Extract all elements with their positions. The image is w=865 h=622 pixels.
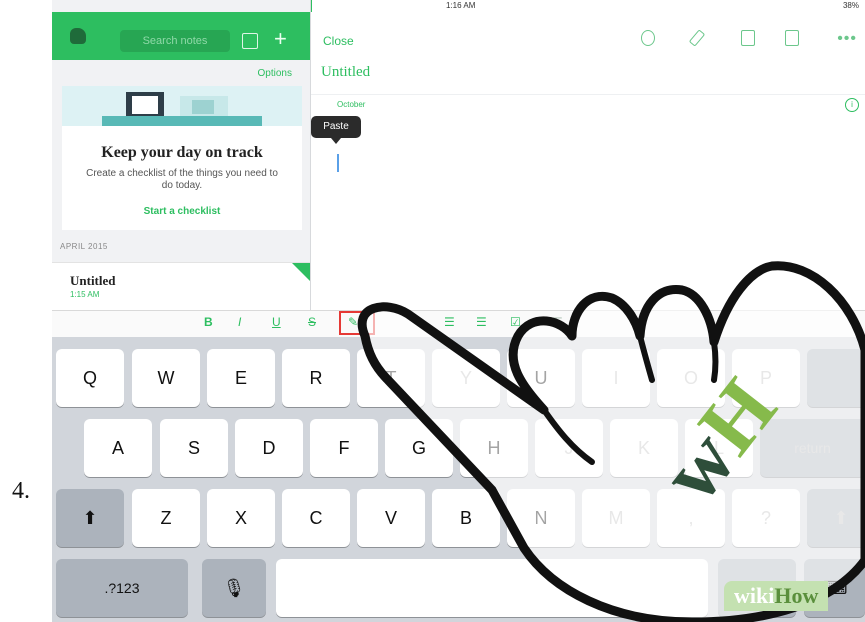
key-i[interactable]: I (582, 349, 650, 407)
wikihow-watermark: wikiHow (724, 581, 829, 611)
numbered-list-icon[interactable]: ☰ (444, 315, 455, 329)
key-w[interactable]: W (132, 349, 200, 407)
ipad-screen: iPad 1:16 AM 38% Search notes + Options … (52, 0, 865, 622)
key-b[interactable]: B (432, 489, 500, 547)
close-button[interactable]: Close (323, 34, 354, 48)
start-checklist-link[interactable]: Start a checklist (62, 206, 302, 217)
key-d[interactable]: D (235, 419, 303, 477)
month-header: APRIL 2015 (60, 242, 108, 251)
note-list-item[interactable]: Untitled 1:15 AM (52, 262, 310, 311)
promo-illustration (62, 86, 302, 126)
shift-key-right[interactable]: ⬆ (807, 489, 865, 547)
note-item-time: 1:15 AM (70, 290, 100, 299)
status-time: 1:16 AM (446, 1, 476, 10)
key-t[interactable]: T (357, 349, 425, 407)
key-z[interactable]: Z (132, 489, 200, 547)
promo-description: Create a checklist of the things you nee… (86, 168, 278, 191)
key-e[interactable]: E (207, 349, 275, 407)
microphone-icon[interactable]: 🎙 (202, 559, 266, 617)
note-title[interactable]: Untitled (321, 64, 370, 81)
reminder-icon[interactable] (641, 30, 655, 46)
battery-indicator: 38% (842, 1, 859, 10)
underline-button[interactable]: U (272, 315, 281, 329)
status-bar-right: 1:16 AM 38% (312, 0, 865, 12)
indent-icon[interactable]: ☰ (552, 315, 563, 329)
key-v[interactable]: V (357, 489, 425, 547)
formatting-toolbar: B I U S ✎ ☰ ☰ ☑ ☰ (52, 310, 865, 338)
notes-toolbar: Search notes + (52, 12, 310, 60)
present-icon[interactable] (785, 30, 799, 46)
watermark-wiki: wiki (734, 583, 775, 608)
paste-menu-button[interactable]: Paste (311, 116, 361, 138)
step-number: 4. (12, 478, 30, 504)
bullet-list-icon[interactable]: ☰ (476, 315, 487, 329)
paste-tooltip-pointer (331, 138, 341, 144)
info-icon[interactable]: i (845, 98, 859, 112)
note-notebook-meta[interactable]: October (337, 100, 365, 109)
evernote-logo-icon[interactable] (70, 28, 86, 44)
new-note-icon[interactable] (242, 33, 258, 49)
selected-note-marker (292, 263, 310, 281)
key-c[interactable]: C (282, 489, 350, 547)
strikethrough-button[interactable]: S (308, 315, 316, 329)
attachment-icon[interactable] (688, 29, 706, 47)
key-n[interactable]: N (507, 489, 575, 547)
checkbox-icon[interactable]: ☑ (510, 315, 521, 329)
share-icon[interactable] (741, 30, 755, 46)
key-a[interactable]: A (84, 419, 152, 477)
checklist-promo-card: Keep your day on track Create a checklis… (62, 86, 302, 230)
key-f[interactable]: F (310, 419, 378, 477)
header-divider (311, 94, 865, 95)
note-item-title: Untitled (70, 273, 116, 288)
notes-list-panel: Search notes + Options Keep your day on … (52, 0, 311, 311)
key-u[interactable]: U (507, 349, 575, 407)
space-key[interactable] (276, 559, 708, 617)
numbers-key[interactable]: .?123 (56, 559, 188, 617)
search-notes-input[interactable]: Search notes (120, 30, 230, 52)
note-editor: Close ••• Untitled October i Paste (311, 12, 865, 310)
more-icon[interactable]: ••• (837, 30, 857, 48)
question-key[interactable]: ? (732, 489, 800, 547)
key-q[interactable]: Q (56, 349, 124, 407)
red-highlight-box (339, 311, 375, 335)
key-x[interactable]: X (207, 489, 275, 547)
key-y[interactable]: Y (432, 349, 500, 407)
promo-title: Keep your day on track (101, 144, 263, 161)
options-link[interactable]: Options (258, 68, 292, 79)
shift-key[interactable]: ⬆ (56, 489, 124, 547)
italic-button[interactable]: I (238, 315, 241, 329)
text-cursor (337, 154, 339, 172)
key-h[interactable]: H (460, 419, 528, 477)
key-r[interactable]: R (282, 349, 350, 407)
bold-button[interactable]: B (204, 315, 213, 329)
key-s[interactable]: S (160, 419, 228, 477)
key-m[interactable]: M (582, 489, 650, 547)
add-icon[interactable]: + (274, 26, 287, 52)
watermark-how: How (774, 583, 819, 608)
backspace-key[interactable] (807, 349, 865, 407)
key-j[interactable]: J (535, 419, 603, 477)
key-g[interactable]: G (385, 419, 453, 477)
